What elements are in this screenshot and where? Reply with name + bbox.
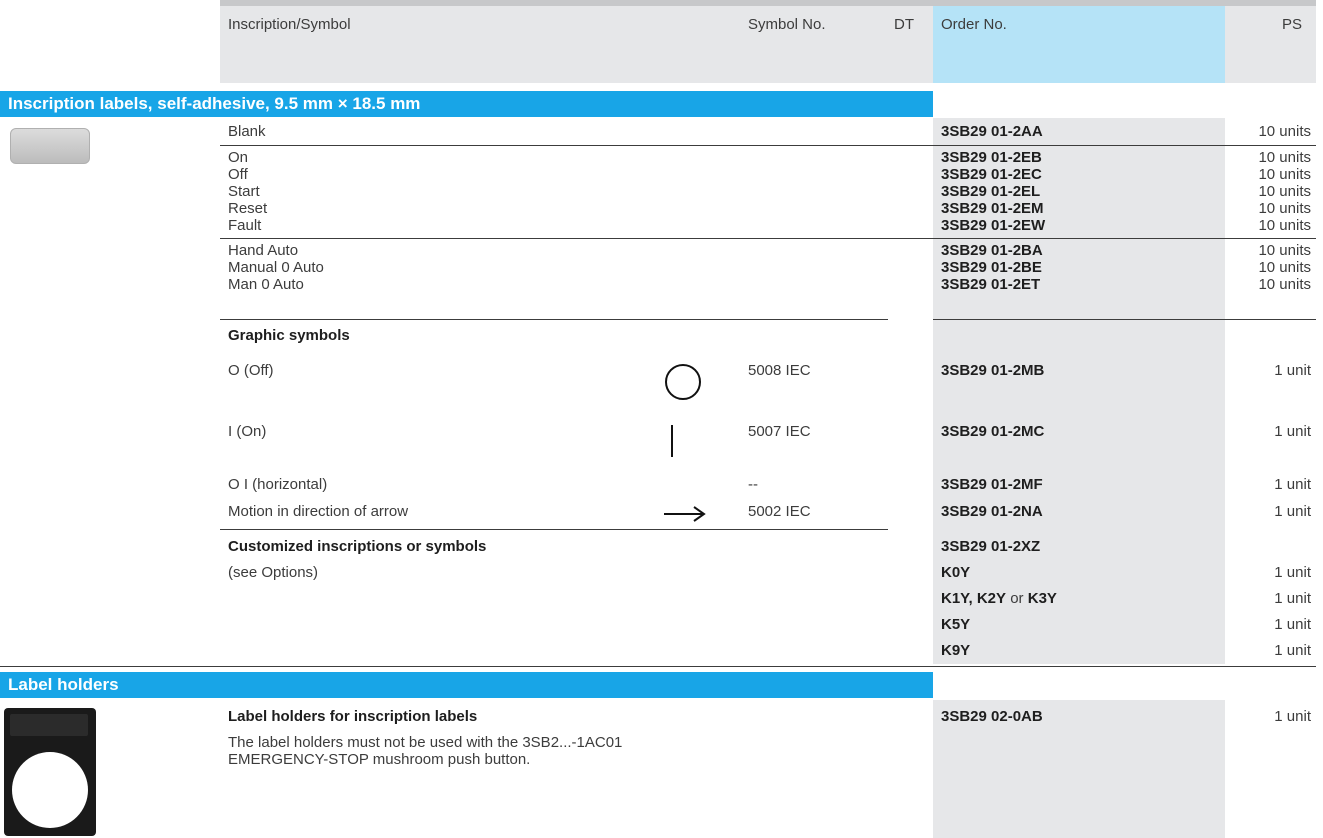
vertical-bar-icon bbox=[671, 425, 673, 457]
ps-value: 1 unit bbox=[1274, 564, 1311, 581]
order-number: 3SB29 01-2BA bbox=[941, 242, 1043, 259]
order-number: 3SB29 01-2EL bbox=[941, 183, 1041, 200]
order-number: 3SB29 01-2NA bbox=[941, 503, 1043, 520]
ps-value: 10 units bbox=[1258, 183, 1311, 200]
order-number: 3SB29 01-2MB bbox=[941, 362, 1045, 379]
ps-blank: 10 units bbox=[1258, 123, 1311, 140]
order-number-combined: K1Y, K2Y or K3Y bbox=[941, 590, 1057, 607]
ps-value: 1 unit bbox=[1274, 616, 1311, 633]
customized-note: (see Options) bbox=[228, 564, 319, 581]
symbol-number: -- bbox=[748, 476, 758, 493]
ps-value: 10 units bbox=[1258, 166, 1311, 183]
inscription-label-image bbox=[10, 128, 90, 164]
order-number: 3SB29 02-0AB bbox=[941, 708, 1043, 725]
symbol-number: 5007 IEC bbox=[748, 423, 811, 440]
order-number: 3SB29 01-2EB bbox=[941, 149, 1042, 166]
ps-value: 1 unit bbox=[1274, 503, 1311, 520]
order-number: K0Y bbox=[941, 564, 971, 581]
label-holders-note-2: EMERGENCY-STOP mushroom push button. bbox=[228, 751, 531, 768]
ps-value: 1 unit bbox=[1274, 590, 1311, 607]
ps-value: 10 units bbox=[1258, 200, 1311, 217]
order-number: 3SB29 01-2EW bbox=[941, 217, 1046, 234]
graphic-row-label: O I (horizontal) bbox=[228, 476, 328, 493]
divider bbox=[220, 238, 1316, 239]
header-order-no: Order No. bbox=[941, 16, 1007, 33]
order-or: or bbox=[1006, 590, 1028, 607]
label-holders-note-1: The label holders must not be used with … bbox=[228, 734, 623, 751]
order-number: K9Y bbox=[941, 642, 971, 659]
section-title: Label holders bbox=[8, 675, 119, 694]
arrow-right-icon bbox=[664, 506, 706, 522]
section-bar-inscription-labels: Inscription labels, self-adhesive, 9.5 m… bbox=[0, 91, 933, 117]
list-item: Reset bbox=[228, 200, 268, 217]
list-item: Hand Auto bbox=[228, 242, 299, 259]
graphic-symbols-heading: Graphic symbols bbox=[228, 327, 350, 344]
header-dt: DT bbox=[894, 16, 914, 33]
ps-value: 10 units bbox=[1258, 259, 1311, 276]
list-item: Man 0 Auto bbox=[228, 276, 304, 293]
list-item: Off bbox=[228, 166, 248, 183]
order-number: 3SB29 01-2BE bbox=[941, 259, 1042, 276]
divider bbox=[220, 319, 888, 320]
divider bbox=[0, 666, 1316, 667]
ps-value: 1 unit bbox=[1274, 476, 1311, 493]
ps-value: 10 units bbox=[1258, 276, 1311, 293]
circle-icon bbox=[665, 364, 701, 400]
label-holders-heading: Label holders for inscription labels bbox=[228, 708, 478, 725]
header-symbol-no: Symbol No. bbox=[748, 16, 826, 33]
list-item: Manual 0 Auto bbox=[228, 259, 324, 276]
symbol-number: 5002 IEC bbox=[748, 503, 811, 520]
section-title: Inscription labels, self-adhesive, 9.5 m… bbox=[8, 94, 421, 113]
order-number: 3SB29 01-2XZ bbox=[941, 538, 1041, 555]
order-number: K5Y bbox=[941, 616, 971, 633]
ps-value: 10 units bbox=[1258, 217, 1311, 234]
ps-value: 1 unit bbox=[1274, 362, 1311, 379]
order-blank: 3SB29 01-2AA bbox=[941, 123, 1043, 140]
graphic-row-label: O (Off) bbox=[228, 362, 274, 379]
divider bbox=[220, 145, 1316, 146]
symbol-number: 5008 IEC bbox=[748, 362, 811, 379]
label-holder-image bbox=[4, 708, 96, 836]
order-number: 3SB29 01-2MF bbox=[941, 476, 1043, 493]
order-number: 3SB29 01-2ET bbox=[941, 276, 1041, 293]
ps-value: 1 unit bbox=[1274, 708, 1311, 725]
list-item: Start bbox=[228, 183, 260, 200]
list-item: On bbox=[228, 149, 249, 166]
divider-right bbox=[933, 319, 1316, 320]
customized-heading: Customized inscriptions or symbols bbox=[228, 538, 487, 555]
graphic-row-label: I (On) bbox=[228, 423, 267, 440]
order-number: 3SB29 01-2EM bbox=[941, 200, 1044, 217]
header-ps: PS bbox=[1282, 16, 1303, 33]
divider bbox=[220, 529, 888, 530]
order-number: 3SB29 01-2MC bbox=[941, 423, 1045, 440]
order-number: 3SB29 01-2EC bbox=[941, 166, 1042, 183]
graphic-row-label: Motion in direction of arrow bbox=[228, 503, 409, 520]
ps-value: 1 unit bbox=[1274, 423, 1311, 440]
header-inscription: Inscription/Symbol bbox=[228, 16, 351, 33]
ps-value: 1 unit bbox=[1274, 642, 1311, 659]
ps-value: 10 units bbox=[1258, 242, 1311, 259]
row-label-blank: Blank bbox=[228, 123, 266, 140]
order-part: K1Y, K2Y bbox=[941, 590, 1007, 607]
list-item: Fault bbox=[228, 217, 262, 234]
order-part: K3Y bbox=[1027, 590, 1057, 607]
ps-value: 10 units bbox=[1258, 149, 1311, 166]
section-bar-label-holders: Label holders bbox=[0, 672, 933, 698]
